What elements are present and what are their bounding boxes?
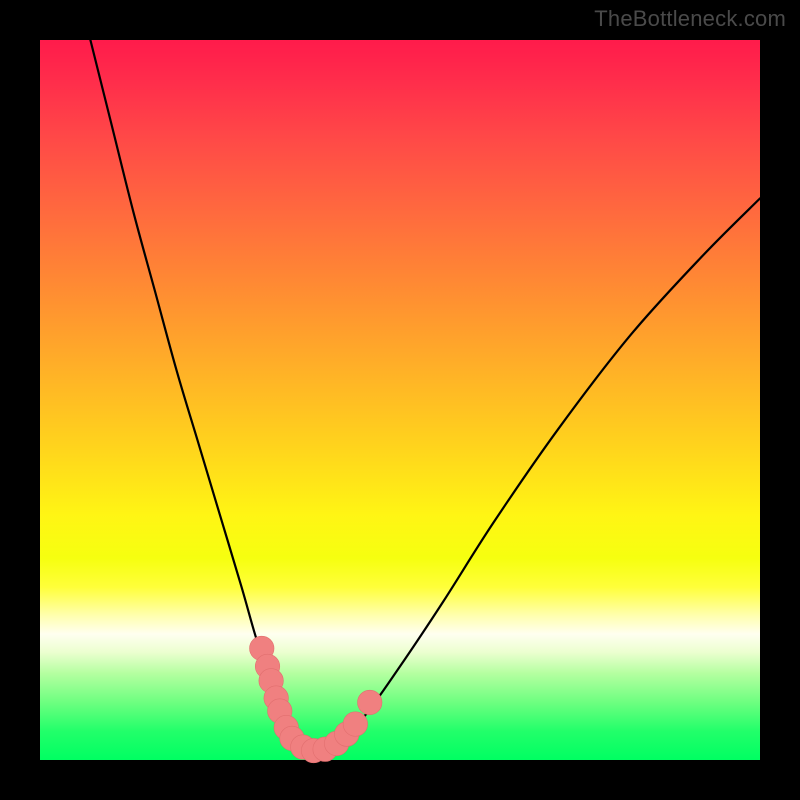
data-marker	[358, 690, 382, 714]
bottleneck-curve	[90, 40, 760, 753]
chart-frame: TheBottleneck.com	[0, 0, 800, 800]
plot-area	[40, 40, 760, 760]
marker-layer	[250, 636, 382, 763]
chart-svg	[40, 40, 760, 760]
data-marker	[343, 712, 367, 736]
watermark-text: TheBottleneck.com	[594, 6, 786, 32]
